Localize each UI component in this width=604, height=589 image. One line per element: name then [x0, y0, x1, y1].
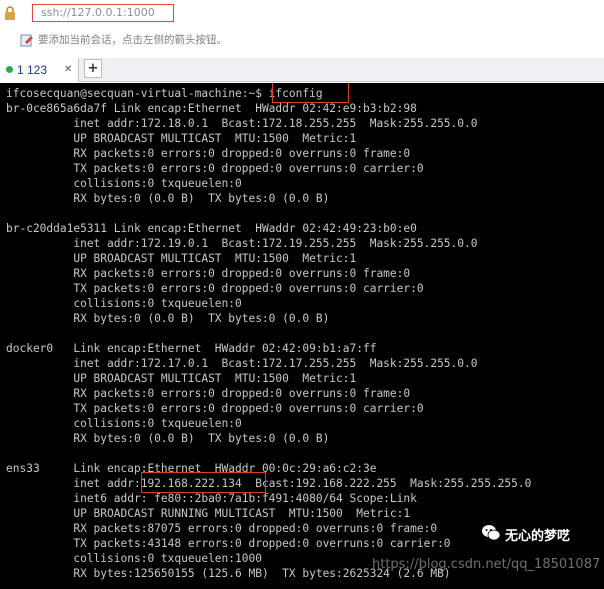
terminal-line: br-c20dda1e5311 Link encap:Ethernet HWad…	[6, 222, 417, 235]
terminal-line: inet6 addr: fe80::2ba0:7a1b:f491:4080/64…	[6, 492, 417, 505]
tab-bar: 1 123 ✕ +	[0, 58, 604, 82]
terminal-line: inet addr:172.18.0.1 Bcast:172.18.255.25…	[6, 117, 478, 130]
new-tab-button[interactable]: +	[84, 59, 102, 78]
terminal-line: UP BROADCAST MULTICAST MTU:1500 Metric:1	[6, 252, 357, 265]
terminal-line: collisions:0 txqueuelen:0	[6, 297, 242, 310]
pencil-icon	[20, 34, 33, 47]
terminal-line: RX bytes:0 (0.0 B) TX bytes:0 (0.0 B)	[6, 432, 330, 445]
close-icon[interactable]: ✕	[64, 62, 72, 78]
terminal-line: br-0ce865a6da7f Link encap:Ethernet HWad…	[6, 102, 417, 115]
lock-icon	[5, 6, 15, 20]
status-dot-icon	[6, 66, 13, 73]
terminal-line: inet addr:172.17.0.1 Bcast:172.17.255.25…	[6, 357, 478, 370]
terminal-line: collisions:0 txqueuelen:0	[6, 417, 242, 430]
terminal-line: inet addr:192.168.222.134 Bcast:192.168.…	[6, 477, 532, 490]
terminal-line: RX packets:87075 errors:0 dropped:0 over…	[6, 522, 438, 535]
terminal-line: RX bytes:0 (0.0 B) TX bytes:0 (0.0 B)	[6, 312, 330, 325]
terminal-line: RX packets:0 errors:0 dropped:0 overruns…	[6, 147, 411, 160]
terminal-line: TX packets:0 errors:0 dropped:0 overruns…	[6, 402, 424, 415]
address-bar-row: ssh://127.0.0.1:1000	[0, 0, 604, 28]
terminal-line: TX packets:0 errors:0 dropped:0 overruns…	[6, 282, 424, 295]
terminal-line: UP BROADCAST RUNNING MULTICAST MTU:1500 …	[6, 507, 411, 520]
terminal-line: UP BROADCAST MULTICAST MTU:1500 Metric:1	[6, 372, 357, 385]
terminal-line: RX bytes:125650155 (125.6 MB) TX bytes:2…	[6, 567, 451, 580]
terminal-line: collisions:0 txqueuelen:1000	[6, 552, 262, 565]
hint-row: 要添加当前会话，点击左侧的箭头按钮。	[0, 28, 604, 52]
hint-text: 要添加当前会话，点击左侧的箭头按钮。	[38, 34, 227, 46]
terminal-line: TX packets:0 errors:0 dropped:0 overruns…	[6, 162, 424, 175]
terminal-line: docker0 Link encap:Ethernet HWaddr 02:42…	[6, 342, 377, 355]
terminal-line: collisions:0 txqueuelen:0	[6, 177, 242, 190]
terminal-line: RX packets:0 errors:0 dropped:0 overruns…	[6, 387, 411, 400]
terminal-line: ifcosecquan@secquan-virtual-machine:~$ i…	[6, 87, 323, 100]
terminal-line: RX packets:0 errors:0 dropped:0 overruns…	[6, 267, 411, 280]
tab-label: 1 123	[17, 63, 48, 77]
terminal-line: RX bytes:0 (0.0 B) TX bytes:0 (0.0 B)	[6, 192, 330, 205]
terminal-line: inet addr:172.19.0.1 Bcast:172.19.255.25…	[6, 237, 478, 250]
address-input[interactable]: ssh://127.0.0.1:1000	[32, 4, 174, 22]
terminal-line: UP BROADCAST MULTICAST MTU:1500 Metric:1	[6, 132, 357, 145]
terminal[interactable]: ifcosecquan@secquan-virtual-machine:~$ i…	[0, 83, 604, 589]
wechat-icon	[482, 525, 501, 541]
terminal-output: ifcosecquan@secquan-virtual-machine:~$ i…	[6, 86, 531, 581]
terminal-line: TX packets:43148 errors:0 dropped:0 over…	[6, 537, 451, 550]
terminal-line: ens33 Link encap:Ethernet HWaddr 00:0c:2…	[6, 462, 377, 475]
tab-session[interactable]: 1 123 ✕	[0, 58, 79, 82]
